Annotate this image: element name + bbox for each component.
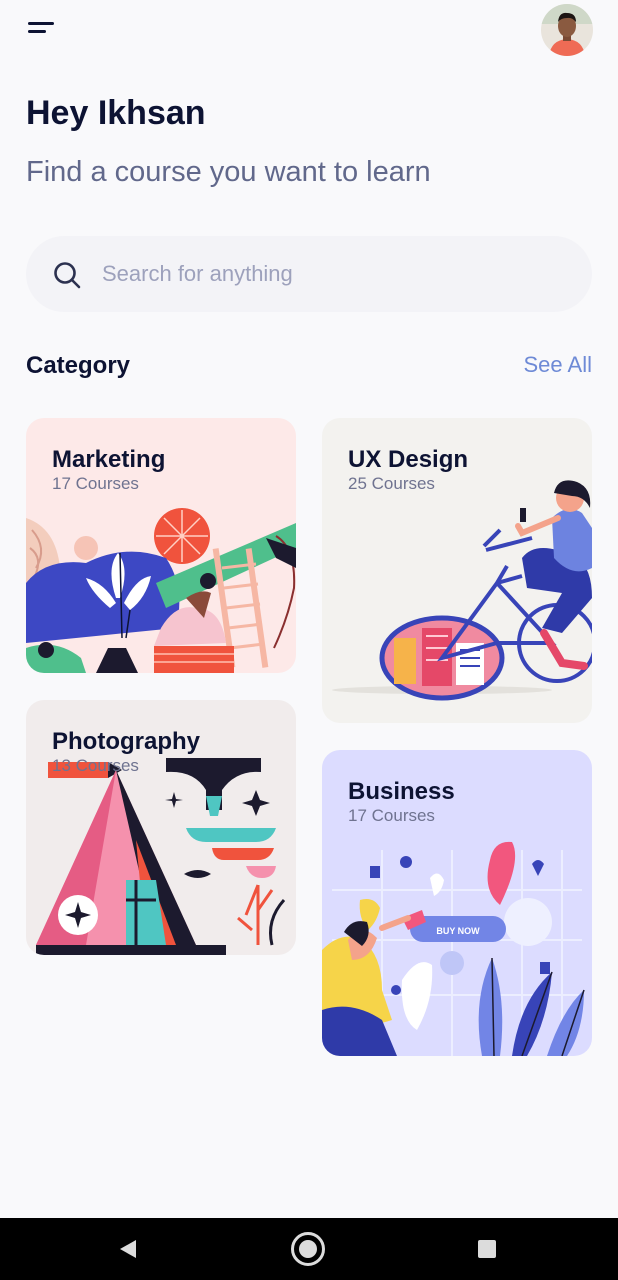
category-card-photography[interactable]: Photography 13 Courses (26, 700, 296, 955)
top-bar (0, 0, 618, 60)
card-course-count: 13 Courses (52, 756, 139, 775)
home-icon[interactable] (290, 1231, 326, 1267)
card-title: Photography (52, 728, 200, 755)
see-all-link[interactable]: See All (524, 352, 593, 378)
card-course-count: 17 Courses (52, 474, 139, 493)
avatar[interactable] (541, 4, 593, 56)
user-avatar-icon (541, 4, 593, 56)
page-title: Hey Ikhsan (26, 94, 206, 132)
menu-line (28, 30, 46, 33)
card-course-count: 25 Courses (348, 474, 435, 493)
back-icon[interactable] (116, 1237, 140, 1261)
card-title: Business (348, 778, 455, 805)
search-input[interactable] (102, 254, 562, 294)
category-card-ux-design[interactable]: UX Design 25 Courses (322, 418, 592, 723)
card-title: Marketing (52, 446, 166, 473)
card-course-count: 17 Courses (348, 806, 435, 825)
search-icon (54, 262, 81, 289)
search-bar[interactable] (26, 236, 592, 312)
category-card-marketing[interactable]: Marketing 17 Courses (26, 418, 296, 673)
menu-line (28, 22, 54, 25)
recents-icon[interactable] (477, 1239, 497, 1259)
category-card-business[interactable]: BUY NOW Business 17 Courses (322, 750, 592, 1056)
page-subtitle: Find a course you want to learn (26, 156, 431, 188)
buy-now-label: BUY NOW (436, 926, 480, 936)
menu-icon[interactable] (22, 18, 62, 42)
system-nav-bar (0, 1218, 618, 1280)
card-title: UX Design (348, 446, 469, 473)
section-title: Category (26, 352, 131, 379)
